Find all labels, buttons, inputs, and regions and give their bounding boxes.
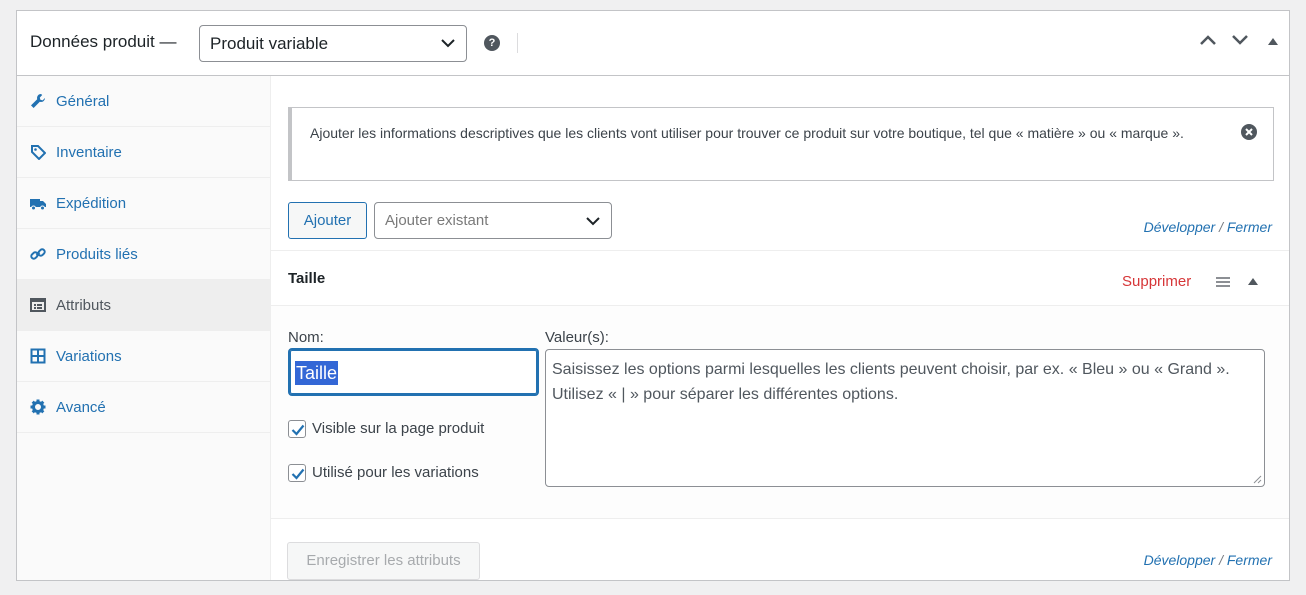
tab-label: Inventaire bbox=[56, 144, 122, 161]
attribute-name-input[interactable]: Taille bbox=[288, 348, 539, 396]
resize-grip-icon[interactable] bbox=[1252, 474, 1262, 484]
notice-text: Ajouter les informations descriptives qu… bbox=[310, 125, 1184, 141]
gear-icon bbox=[30, 399, 46, 415]
tab-label: Attributs bbox=[56, 297, 112, 314]
attributes-panel: Ajouter les informations descriptives qu… bbox=[271, 76, 1289, 580]
visible-label: Visible sur la page produit bbox=[312, 420, 485, 437]
truck-icon bbox=[30, 199, 46, 211]
expand-close-links-bottom: Développer / Fermer bbox=[1144, 552, 1272, 568]
attribute-body: Nom: Taille Visible sur la page produit … bbox=[271, 306, 1289, 519]
tab-advanced[interactable]: Avancé bbox=[17, 382, 270, 433]
tab-label: Général bbox=[56, 93, 110, 110]
tab-variations[interactable]: Variations bbox=[17, 331, 270, 382]
grid-icon bbox=[30, 348, 46, 364]
add-existing-select[interactable]: Ajouter existant bbox=[374, 202, 612, 239]
tab-linked-products[interactable]: Produits liés bbox=[17, 229, 270, 280]
move-down-icon[interactable] bbox=[1232, 35, 1248, 45]
tab-label: Produits liés bbox=[56, 246, 138, 263]
drag-handle-icon[interactable] bbox=[1216, 277, 1230, 287]
attribute-title: Taille bbox=[288, 270, 326, 287]
selected-text: Taille bbox=[295, 361, 339, 385]
tab-label: Expédition bbox=[56, 195, 127, 212]
product-data-panel: Données produit — Produit variable ? Gén… bbox=[16, 10, 1290, 581]
help-icon[interactable]: ? bbox=[484, 35, 500, 51]
tag-icon bbox=[31, 145, 46, 160]
existing-placeholder: Ajouter existant bbox=[385, 212, 489, 229]
visible-checkbox[interactable] bbox=[288, 420, 306, 438]
tab-shipping[interactable]: Expédition bbox=[17, 178, 270, 229]
save-attributes-button[interactable]: Enregistrer les attributs bbox=[287, 542, 480, 580]
checkmark-icon bbox=[291, 424, 305, 436]
tab-label: Variations bbox=[56, 348, 122, 365]
close-link[interactable]: Fermer bbox=[1227, 552, 1272, 568]
tab-label: Avancé bbox=[56, 399, 106, 416]
chevron-down-icon bbox=[441, 39, 455, 48]
dismiss-icon[interactable] bbox=[1241, 124, 1257, 140]
attribute-header[interactable]: Taille Supprimer bbox=[271, 250, 1289, 306]
expand-link[interactable]: Développer bbox=[1144, 219, 1216, 235]
checkmark-icon bbox=[291, 468, 305, 480]
header-divider bbox=[517, 33, 518, 53]
tab-attributes[interactable]: Attributs bbox=[17, 280, 270, 331]
add-attribute-button[interactable]: Ajouter bbox=[288, 202, 367, 239]
collapse-arrow-icon[interactable] bbox=[1248, 278, 1258, 285]
values-placeholder: Saisissez les options parmi lesquelles l… bbox=[552, 361, 1230, 403]
product-data-tabs: Général Inventaire Expédition Produits l… bbox=[17, 76, 271, 580]
chevron-down-icon bbox=[586, 217, 600, 226]
move-up-icon[interactable] bbox=[1200, 35, 1216, 45]
tab-general[interactable]: Général bbox=[17, 76, 270, 127]
variations-checkbox[interactable] bbox=[288, 464, 306, 482]
panel-header: Données produit — Produit variable ? bbox=[17, 11, 1289, 76]
list-view-icon bbox=[30, 298, 46, 312]
tab-inventory[interactable]: Inventaire bbox=[17, 127, 270, 178]
link-separator: / bbox=[1219, 219, 1223, 235]
info-notice: Ajouter les informations descriptives qu… bbox=[288, 107, 1274, 181]
product-type-value: Produit variable bbox=[210, 34, 329, 53]
values-label: Valeur(s): bbox=[545, 329, 609, 346]
variations-label: Utilisé pour les variations bbox=[312, 464, 479, 481]
link-separator: / bbox=[1219, 552, 1223, 568]
expand-link[interactable]: Développer bbox=[1144, 552, 1216, 568]
expand-close-links: Développer / Fermer bbox=[1144, 219, 1272, 235]
product-type-select[interactable]: Produit variable bbox=[199, 25, 467, 62]
attribute-values-textarea[interactable]: Saisissez les options parmi lesquelles l… bbox=[545, 349, 1265, 487]
collapse-panel-icon[interactable] bbox=[1268, 38, 1278, 45]
remove-attribute-link[interactable]: Supprimer bbox=[1122, 273, 1191, 290]
close-link[interactable]: Fermer bbox=[1227, 219, 1272, 235]
link-icon bbox=[30, 248, 46, 260]
panel-title: Données produit — bbox=[30, 32, 177, 51]
name-label: Nom: bbox=[288, 329, 324, 346]
wrench-icon bbox=[31, 94, 45, 108]
